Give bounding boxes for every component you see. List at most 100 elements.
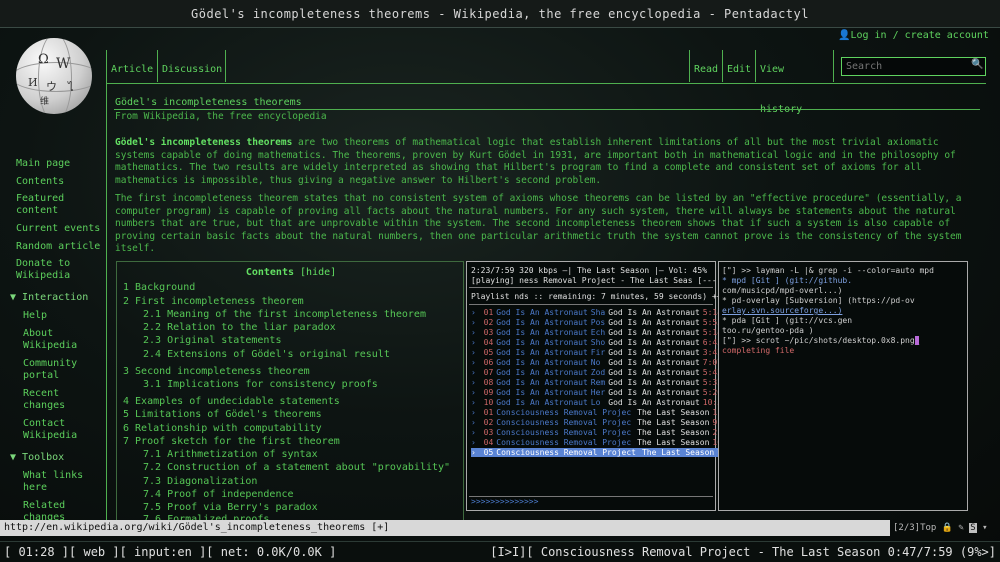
s-icon[interactable]: S xyxy=(969,523,977,533)
tab-view-history[interactable]: View history xyxy=(756,50,834,115)
search-input[interactable] xyxy=(841,57,986,76)
track-title: God Is An Astronaut xyxy=(608,348,700,357)
toc-item[interactable]: 5 Limitations of Gödel's theorems xyxy=(123,409,322,420)
status-right-now-playing[interactable]: [I>I][ Consciousness Removal Project - T… xyxy=(490,542,996,562)
toc-item[interactable]: 3 Second incompleteness theorem xyxy=(123,366,310,377)
playlist-row[interactable]: › 02 God Is An Astronaut Pos God Is An Astr… xyxy=(471,318,722,327)
sidebar-item-community[interactable]: Community portal xyxy=(23,358,83,382)
row-marker: › xyxy=(471,368,481,377)
track-artist: God Is An Astronaut xyxy=(496,398,588,407)
track-artist: God Is An Astronaut xyxy=(496,358,588,367)
tab-discussion[interactable]: Discussion xyxy=(158,50,226,82)
playlist-row[interactable]: › 01 Consciousness Removal Projec The Last… xyxy=(471,408,736,417)
track-number: 04 xyxy=(483,438,494,447)
toc-item[interactable]: 2.4 Extensions of Gödel's original resul… xyxy=(143,349,390,360)
playlist-row[interactable]: › 01 God Is An Astronaut Sha God Is An Astr… xyxy=(471,308,722,317)
chevron-down-icon[interactable]: ▾ xyxy=(982,523,987,533)
track-artist: God Is An Astronaut xyxy=(496,318,588,327)
sidebar-item-contact[interactable]: Contact Wikipedia xyxy=(23,418,83,442)
track-album: Fir xyxy=(590,348,606,357)
sidebar-item-featured[interactable]: Featured content xyxy=(16,193,76,217)
sidebar-item-what-links[interactable]: What links here xyxy=(23,470,87,494)
sidebar-item-help[interactable]: Help xyxy=(23,310,47,322)
toc-item[interactable]: 2 First incompleteness theorem xyxy=(123,296,304,307)
toc-item[interactable]: 2.3 Original statements xyxy=(143,335,281,346)
terminal-window[interactable]: ["] >> layman -L |& grep -i --color=auto… xyxy=(718,261,968,511)
sidebar-item-about[interactable]: About Wikipedia xyxy=(23,328,83,352)
track-album: Her xyxy=(590,388,606,397)
login-label: Log in / create account xyxy=(850,30,989,41)
toc-item[interactable]: 7.1 Arithmetization of syntax xyxy=(143,449,318,460)
playlist-row[interactable]: › 04 Consciousness Removal Projec The Last… xyxy=(471,438,736,447)
url-bar[interactable]: http://en.wikipedia.org/wiki/Gödel's_inc… xyxy=(0,520,890,536)
toc-item[interactable]: 6 Relationship with computability xyxy=(123,423,322,434)
track-artist: Consciousness Removal Projec xyxy=(496,408,632,417)
player-divider xyxy=(469,304,713,305)
toc-item[interactable]: 7.3 Diagonalization xyxy=(143,476,257,487)
tab-article[interactable]: Article xyxy=(107,50,159,82)
sidebar-item-recent[interactable]: Recent changes xyxy=(23,388,83,412)
terminal-command: ["] >> scrot ~/pic/shots/desktop.0x8.png xyxy=(722,336,915,345)
sidebar-item-donate[interactable]: Donate to Wikipedia xyxy=(16,258,78,282)
toc-item[interactable]: 2.1 Meaning of the first incompleteness … xyxy=(143,309,426,320)
playlist-row[interactable]: › 02 Consciousness Removal Projec The Last… xyxy=(471,418,732,427)
track-number: 05 xyxy=(483,448,494,457)
track-title: God Is An Astronaut xyxy=(608,388,700,397)
article-lead-term: Gödel's incompleteness theorems xyxy=(115,137,293,148)
playlist-row[interactable]: › 03 Consciousness Removal Projec The Last… xyxy=(471,428,732,437)
track-album: Zod xyxy=(590,368,606,377)
playlist-row[interactable]: › 06 God Is An Astronaut No God Is An Astr… xyxy=(471,358,722,367)
playlist-row[interactable]: › 10 God Is An Astronaut Lo God Is An Astr… xyxy=(471,398,727,407)
lock-icon[interactable]: 🔒 xyxy=(942,523,953,533)
playlist-row[interactable]: › 05 Consciousness Removal Project The Las… xyxy=(471,448,737,457)
track-album: Pos xyxy=(590,318,606,327)
toc-item[interactable]: 7.2 Construction of a statement about "p… xyxy=(143,462,450,473)
puzzle-icon[interactable]: ✎ xyxy=(958,523,963,533)
track-number: 01 xyxy=(483,408,494,417)
toc-item[interactable]: 3.1 Implications for consistency proofs xyxy=(143,379,378,390)
toc-item[interactable]: 7.4 Proof of independence xyxy=(143,489,294,500)
cursor-icon: _ xyxy=(914,336,920,345)
sidebar-item-random[interactable]: Random article xyxy=(16,241,100,253)
playlist-row[interactable]: › 03 God Is An Astronaut Ech God Is An Astr… xyxy=(471,328,722,337)
player-progress-bar[interactable]: >>>>>>>>>>>>>> xyxy=(471,497,538,506)
terminal-line: com/musicpd/mpd-overl...) xyxy=(722,286,843,295)
track-artist: God Is An Astronaut xyxy=(496,328,588,337)
toc-item[interactable]: 4 Examples of undecidable statements xyxy=(123,396,340,407)
login-link[interactable]: 👤Log in / create account xyxy=(838,30,989,41)
track-title: God Is An Astronaut xyxy=(608,368,700,377)
tab-edit[interactable]: Edit xyxy=(723,50,757,82)
sidebar-item-contents[interactable]: Contents xyxy=(16,176,64,188)
track-number: 02 xyxy=(483,318,494,327)
terminal-line: erlay.svn.sourceforge...) xyxy=(722,306,843,315)
playlist-row[interactable]: › 07 God Is An Astronaut Zod God Is An Astr… xyxy=(471,368,722,377)
logo-glyph: 维 xyxy=(40,97,50,107)
toc-item[interactable]: 7.5 Proof via Berry's paradox xyxy=(143,502,318,513)
sidebar-interaction-header[interactable]: ▼ Interaction xyxy=(10,292,88,303)
tab-read[interactable]: Read xyxy=(689,50,724,82)
track-number: 09 xyxy=(483,388,494,397)
toc-header: Contents [hide] xyxy=(117,267,465,278)
playlist-row[interactable]: › 04 God Is An Astronaut Sho God Is An Astr… xyxy=(471,338,722,347)
track-title: The Last Season xyxy=(637,418,710,427)
track-album: Sha xyxy=(590,308,606,317)
toc-item[interactable]: 1 Background xyxy=(123,282,195,293)
toc-hide-toggle[interactable]: [hide] xyxy=(300,267,336,278)
search-icon[interactable]: 🔍 xyxy=(971,59,983,70)
toc-item[interactable]: 7 Proof sketch for the first theorem xyxy=(123,436,340,447)
playlist-row[interactable]: › 05 God Is An Astronaut Fir God Is An Astr… xyxy=(471,348,722,357)
music-player-window[interactable]: 2:23/7:59 320 kbps —| The Last Season |—… xyxy=(466,261,737,511)
sidebar-item-current-events[interactable]: Current events xyxy=(16,223,100,235)
toc-title: Contents xyxy=(245,267,294,278)
playlist-row[interactable]: › 09 God Is An Astronaut Her God Is An Astr… xyxy=(471,388,722,397)
wikipedia-logo[interactable]: Ω W И ウ ไ 维 xyxy=(16,38,92,114)
track-title: The Last Season xyxy=(637,428,710,437)
toc-item[interactable]: 2.2 Relation to the liar paradox xyxy=(143,322,336,333)
sidebar-toolbox-header[interactable]: ▼ Toolbox xyxy=(10,452,64,463)
row-marker: › xyxy=(471,408,481,417)
sidebar-item-main-page[interactable]: Main page xyxy=(16,158,70,170)
terminal-prompt[interactable]: ["] >> scrot ~/pic/shots/desktop.0x8.png… xyxy=(722,336,920,345)
playlist-row[interactable]: › 08 God Is An Astronaut Rem God Is An Astr… xyxy=(471,378,722,387)
terminal-line: ["] >> layman -L |& grep -i --color=auto… xyxy=(722,266,934,275)
track-artist: Consciousness Removal Projec xyxy=(496,418,632,427)
